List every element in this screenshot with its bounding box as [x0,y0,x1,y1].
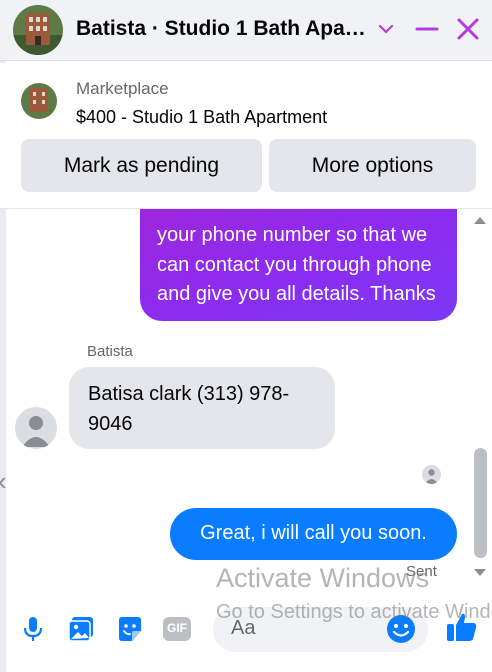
sender-name: Batista [87,343,133,360]
outgoing-message-bubble[interactable]: your phone number so that we can contact… [140,209,457,321]
listing-title[interactable]: $400 - Studio 1 Bath Apartment [76,107,327,128]
left-chevron-icon: ‹ [0,466,7,497]
mark-as-pending-button[interactable]: Mark as pending [21,139,262,192]
outgoing-message-text: your phone number so that we can contact… [157,224,436,305]
windows-watermark-subtitle: Go to Settings to activate Windows. [216,601,492,623]
microphone-icon[interactable] [18,614,48,644]
incoming-message-text: Batisa clark (313) 978-9046 [88,383,290,435]
listing-thumbnail[interactable] [21,83,57,119]
incoming-message-bubble[interactable]: Batisa clark (313) 978-9046 [69,367,335,449]
sticker-icon[interactable] [115,614,145,644]
outgoing-message-text: Great, i will call you soon. [200,522,427,544]
marketplace-panel: Marketplace $400 - Studio 1 Bath Apartme… [0,63,492,209]
chat-header[interactable]: Batista · Studio 1 Bath Apa… [0,0,492,61]
conversation-avatar[interactable] [13,5,63,55]
sender-avatar[interactable] [15,407,57,449]
photo-icon[interactable] [66,614,96,644]
scroll-down-arrow-icon[interactable] [472,567,488,579]
gif-label: GIF [167,621,187,635]
message-list[interactable]: your phone number so that we can contact… [0,209,492,594]
marketplace-label: Marketplace [76,79,169,98]
windows-watermark-title: Activate Windows [216,563,430,593]
more-options-button[interactable]: More options [269,139,476,192]
scroll-up-arrow-icon[interactable] [472,214,488,226]
close-icon[interactable] [455,16,481,42]
conversation-title[interactable]: Batista · Studio 1 Bath Apa… [76,17,366,41]
outgoing-message-bubble[interactable]: Great, i will call you soon. [170,508,457,560]
gif-icon[interactable]: GIF [162,614,192,644]
chevron-down-icon[interactable] [377,20,395,38]
read-receipt-avatar [422,465,441,484]
scrollbar-thumb[interactable] [474,448,487,558]
minimize-icon[interactable] [414,16,440,42]
